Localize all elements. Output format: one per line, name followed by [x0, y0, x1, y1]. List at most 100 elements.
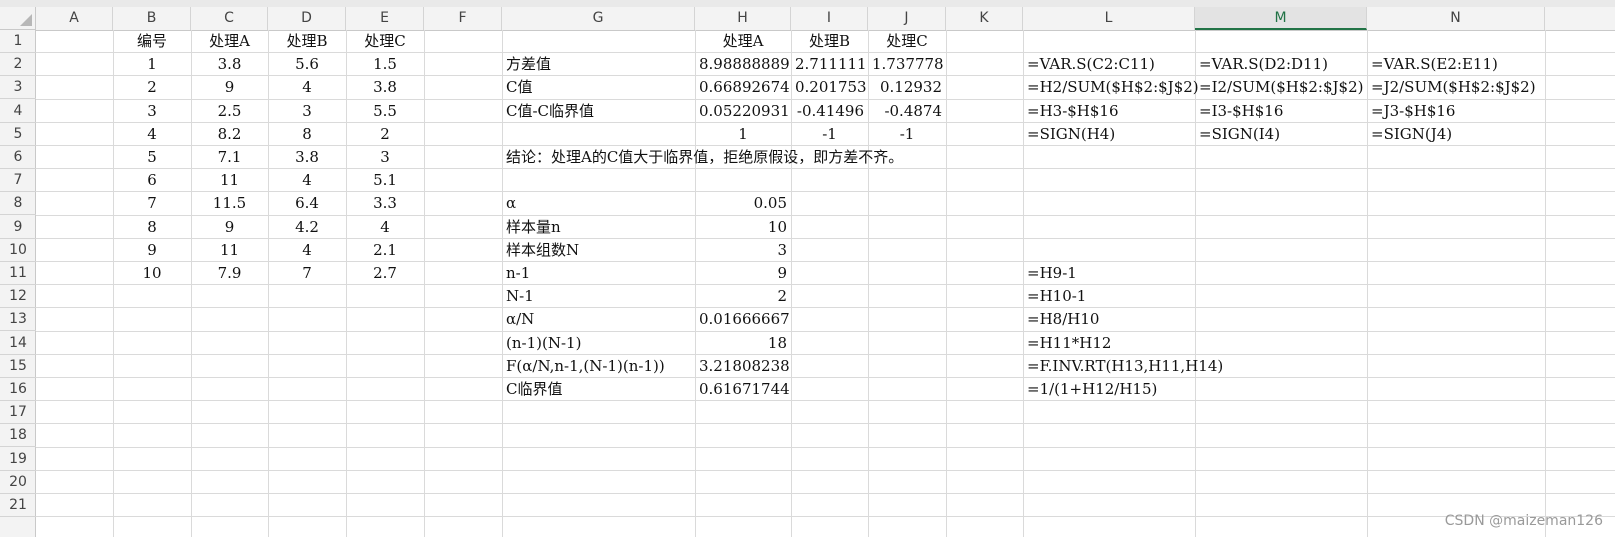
cell-c5[interactable]: 8.2 [191, 123, 268, 146]
cell-c8[interactable]: 11.5 [191, 192, 268, 215]
row-header-18[interactable]: 18 [0, 424, 36, 448]
cell-i2[interactable]: 2.711111 [791, 53, 868, 76]
cell-j1[interactable]: 处理C [868, 30, 946, 53]
cell-e1[interactable]: 处理C [346, 30, 424, 53]
cell-d2[interactable]: 5.6 [268, 53, 346, 76]
cell-c1[interactable]: 处理A [191, 30, 268, 53]
cell-b10[interactable]: 9 [113, 239, 191, 262]
cell-e5[interactable]: 2 [346, 123, 424, 146]
cell-b2[interactable]: 1 [113, 53, 191, 76]
row-header-15[interactable]: 15 [0, 355, 36, 378]
cell-i5[interactable]: -1 [791, 123, 868, 146]
cell-e3[interactable]: 3.8 [346, 76, 424, 99]
cell-m4[interactable]: =I3-$H$16 [1195, 100, 1367, 123]
cell-m2[interactable]: =VAR.S(D2:D11) [1195, 53, 1367, 76]
column-header-n[interactable]: N [1367, 7, 1545, 30]
row-header-17[interactable]: 17 [0, 401, 36, 425]
cell-e8[interactable]: 3.3 [346, 192, 424, 215]
cell-m3[interactable]: =I2/SUM($H$2:$J$2) [1195, 76, 1367, 99]
row-header-19[interactable]: 19 [0, 448, 36, 471]
cell-n4[interactable]: =J3-$H$16 [1367, 100, 1545, 123]
cell-c11[interactable]: 7.9 [191, 262, 268, 285]
row-header-7[interactable]: 7 [0, 169, 36, 193]
cell-g6[interactable]: 结论：处理A的C值大于临界值，拒绝原假设，即方差不齐。 [502, 146, 907, 169]
cell-l3[interactable]: =H2/SUM($H$2:$J$2) [1023, 76, 1203, 99]
cell-n2[interactable]: =VAR.S(E2:E11) [1367, 53, 1545, 76]
cell-g13[interactable]: α/N [502, 308, 695, 331]
cell-l4[interactable]: =H3-$H$16 [1023, 100, 1195, 123]
cell-g14[interactable]: (n-1)(N-1) [502, 332, 695, 355]
cell-e2[interactable]: 1.5 [346, 53, 424, 76]
row-header-4[interactable]: 4 [0, 100, 36, 123]
cell-b7[interactable]: 6 [113, 169, 191, 192]
cell-j4[interactable]: -0.4874 [868, 100, 946, 123]
cell-l15[interactable]: =F.INV.RT(H13,H11,H14) [1023, 355, 1227, 378]
column-header-m[interactable]: M [1195, 7, 1367, 30]
cell-c4[interactable]: 2.5 [191, 100, 268, 123]
row-header-8[interactable]: 8 [0, 192, 36, 216]
cell-g3[interactable]: C值 [502, 76, 695, 99]
cell-l14[interactable]: =H11*H12 [1023, 332, 1195, 355]
row-header-13[interactable]: 13 [0, 308, 36, 332]
row-header-1[interactable]: 1 [0, 30, 36, 53]
cell-b11[interactable]: 10 [113, 262, 191, 285]
row-header-10[interactable]: 10 [0, 239, 36, 262]
cell-n3[interactable]: =J2/SUM($H$2:$J$2) [1367, 76, 1545, 99]
column-header-d[interactable]: D [268, 7, 346, 30]
column-header-a[interactable]: A [36, 7, 113, 30]
cell-i3[interactable]: 0.201753 [791, 76, 868, 99]
row-header-2[interactable]: 2 [0, 53, 36, 77]
column-header-b[interactable]: B [113, 7, 191, 30]
column-header-j[interactable]: J [868, 7, 946, 30]
cell-g9[interactable]: 样本量n [502, 216, 695, 239]
row-header-6[interactable]: 6 [0, 146, 36, 169]
cell-h13[interactable]: 0.01666667 [695, 308, 791, 331]
cell-b3[interactable]: 2 [113, 76, 191, 99]
column-header-e[interactable]: E [346, 7, 424, 30]
cell-d10[interactable]: 4 [268, 239, 346, 262]
cell-c6[interactable]: 7.1 [191, 146, 268, 169]
cell-g8[interactable]: α [502, 192, 695, 215]
cell-h3[interactable]: 0.66892674 [695, 76, 791, 99]
cell-b6[interactable]: 5 [113, 146, 191, 169]
cell-g4[interactable]: C值-C临界值 [502, 100, 695, 123]
cell-e4[interactable]: 5.5 [346, 100, 424, 123]
cell-d3[interactable]: 4 [268, 76, 346, 99]
cell-i4[interactable]: -0.41496 [791, 100, 868, 123]
cell-i1[interactable]: 处理B [791, 30, 868, 53]
cell-l12[interactable]: =H10-1 [1023, 285, 1195, 308]
cell-l2[interactable]: =VAR.S(C2:C11) [1023, 53, 1195, 76]
cell-h11[interactable]: 9 [695, 262, 791, 285]
row-header-11[interactable]: 11 [0, 262, 36, 285]
cell-g11[interactable]: n-1 [502, 262, 695, 285]
cell-c7[interactable]: 11 [191, 169, 268, 192]
cell-e10[interactable]: 2.1 [346, 239, 424, 262]
cell-h12[interactable]: 2 [695, 285, 791, 308]
cell-m5[interactable]: =SIGN(I4) [1195, 123, 1367, 146]
column-header-k[interactable]: K [946, 7, 1023, 30]
cell-d9[interactable]: 4.2 [268, 216, 346, 239]
cell-h9[interactable]: 10 [695, 216, 791, 239]
cell-b1[interactable]: 编号 [113, 30, 191, 53]
row-header-16[interactable]: 16 [0, 378, 36, 401]
cell-j3[interactable]: 0.12932 [868, 76, 946, 99]
cell-e7[interactable]: 5.1 [346, 169, 424, 192]
cell-g2[interactable]: 方差值 [502, 53, 695, 76]
column-header-i[interactable]: I [791, 7, 868, 30]
cell-g15[interactable]: F(α/N,n-1,(N-1)(n-1)) [502, 355, 695, 378]
cell-h4[interactable]: 0.05220931 [695, 100, 791, 123]
cell-h16[interactable]: 0.61671744 [695, 378, 791, 401]
row-header-12[interactable]: 12 [0, 285, 36, 309]
cell-d6[interactable]: 3.8 [268, 146, 346, 169]
cell-b8[interactable]: 7 [113, 192, 191, 215]
row-header-20[interactable]: 20 [0, 471, 36, 494]
cell-b9[interactable]: 8 [113, 216, 191, 239]
cell-l5[interactable]: =SIGN(H4) [1023, 123, 1195, 146]
cell-l11[interactable]: =H9-1 [1023, 262, 1195, 285]
cell-d4[interactable]: 3 [268, 100, 346, 123]
cell-c9[interactable]: 9 [191, 216, 268, 239]
cell-d11[interactable]: 7 [268, 262, 346, 285]
cell-h2[interactable]: 8.98888889 [695, 53, 791, 76]
cell-g16[interactable]: C临界值 [502, 378, 695, 401]
cell-j5[interactable]: -1 [868, 123, 946, 146]
